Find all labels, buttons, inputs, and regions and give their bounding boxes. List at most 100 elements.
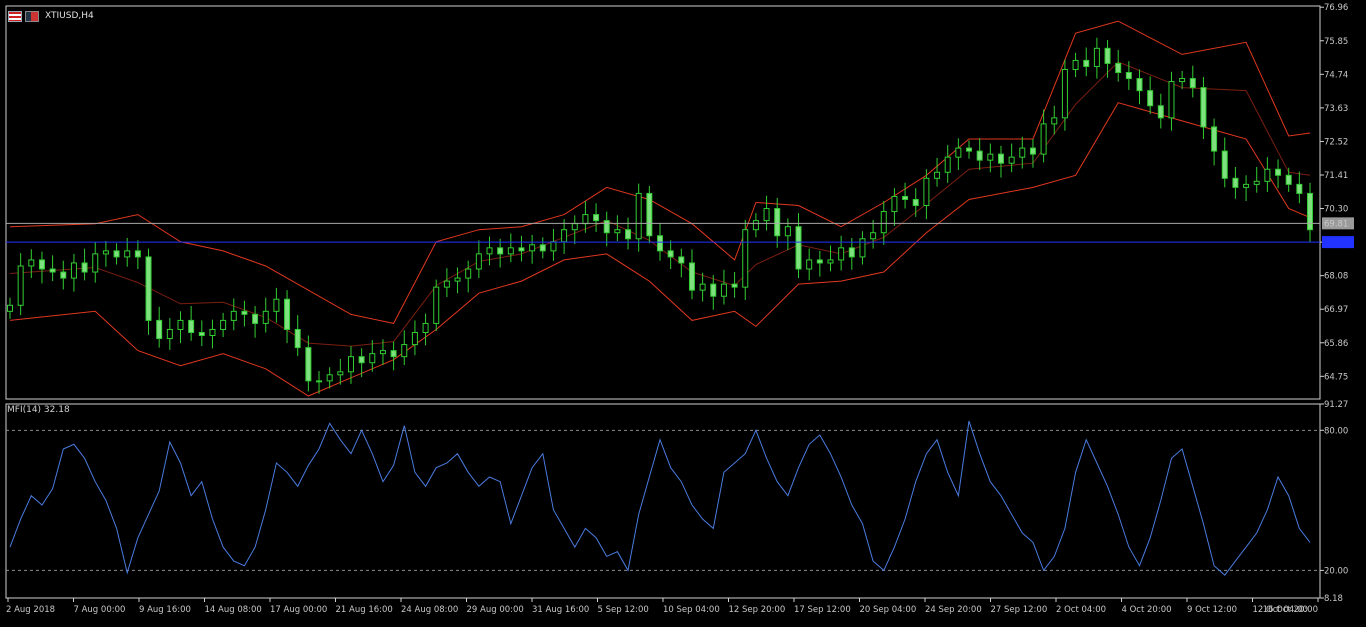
candle-body — [923, 177, 930, 207]
candle-body — [347, 356, 354, 373]
x-axis-tick-label: 24 Sep 20:00 — [925, 605, 982, 615]
x-axis-tick-label: 4 Oct 20:00 — [1122, 605, 1172, 615]
candle-body — [1051, 117, 1058, 125]
candle-body — [1275, 168, 1282, 176]
candle-body — [81, 262, 88, 273]
x-axis-tick-label: 31 Aug 16:00 — [532, 605, 589, 615]
candle-body — [411, 331, 418, 346]
candle-body — [1157, 105, 1164, 119]
candle-body — [337, 371, 344, 376]
candle-body — [806, 259, 813, 270]
candle-body — [646, 192, 653, 237]
candle-body — [369, 353, 376, 364]
x-axis-tick-label: 12 Sep 20:00 — [729, 605, 786, 615]
candle-body — [678, 256, 685, 264]
mfi-y-tick-label: 8.18 — [1324, 594, 1343, 604]
candle-body — [454, 277, 461, 282]
symbol-flag-icon — [25, 10, 39, 22]
candle-body — [976, 150, 983, 161]
candle-body — [124, 250, 131, 258]
x-axis-tick-label: 9 Aug 16:00 — [139, 605, 191, 615]
candle-body — [358, 356, 365, 364]
candle-body — [1125, 72, 1132, 80]
candle-body — [966, 147, 973, 152]
x-axis-tick-label: 2 Aug 2018 — [6, 605, 55, 615]
candle-body — [784, 226, 791, 237]
candle-body — [582, 214, 589, 225]
candle-body — [944, 156, 951, 173]
candle-body — [1083, 59, 1090, 67]
candle-body — [731, 283, 738, 288]
price-y-tick-label: 68.08 — [1324, 272, 1348, 282]
x-axis-tick-label: 9 Oct 12:00 — [1187, 605, 1237, 615]
candle-body — [294, 328, 301, 349]
candle-body — [486, 247, 493, 255]
candle-body — [667, 250, 674, 258]
candle-body — [859, 238, 866, 258]
price-pane-frame — [5, 5, 1321, 400]
candle-body — [230, 310, 237, 321]
ask-price-tag — [1322, 236, 1354, 249]
candle-body — [1147, 90, 1154, 107]
chart-window-icon — [8, 10, 22, 22]
candle-body — [550, 241, 557, 252]
candle-body — [902, 195, 909, 200]
candle-body — [870, 232, 877, 240]
candle-body — [390, 350, 397, 358]
candle-body — [1253, 180, 1260, 185]
candle-body — [156, 319, 163, 340]
candle-body — [571, 223, 578, 231]
candle-body — [1200, 87, 1207, 128]
x-axis-tick-label: 20 Sep 04:00 — [860, 605, 917, 615]
candle-body — [827, 259, 834, 264]
candle-body — [209, 328, 216, 337]
candle-body — [1029, 147, 1036, 155]
candle-body — [955, 147, 962, 158]
mfi-line — [9, 420, 1311, 576]
candle-body — [60, 271, 67, 279]
candle-body — [17, 265, 24, 306]
candle-body — [763, 208, 770, 222]
candle-body — [252, 313, 259, 324]
price-y-tick-label: 72.52 — [1324, 137, 1348, 147]
symbol-header: XTIUSD,H4 — [8, 9, 94, 23]
candle-body — [1232, 177, 1239, 188]
candle-body — [166, 328, 173, 340]
candle-body — [443, 280, 450, 288]
x-axis-tick-label: 29 Aug 00:00 — [467, 605, 524, 615]
mfi-y-tick-label: 20.00 — [1324, 566, 1348, 576]
candle-body — [880, 211, 887, 234]
x-axis-tick-label: 2 Oct 04:00 — [1056, 605, 1106, 615]
candle-body — [145, 256, 152, 321]
candle-body — [1040, 123, 1047, 155]
x-axis-tick-label: 17 Aug 00:00 — [270, 605, 327, 615]
price-y-tick-label: 73.63 — [1324, 104, 1348, 114]
candle-body — [710, 283, 717, 297]
candle-body — [422, 322, 429, 333]
chart-window[interactable]: 76.9675.8574.7473.6372.5271.4170.3069.19… — [0, 0, 1366, 623]
candle-body — [1307, 192, 1313, 231]
candle-body — [134, 250, 141, 258]
candle-body — [49, 268, 56, 273]
candle-body — [912, 198, 919, 207]
candle-body — [603, 220, 610, 234]
bollinger-middle-band — [9, 61, 1311, 347]
x-axis-tick-label: 7 Aug 00:00 — [74, 605, 126, 615]
bollinger-upper-band — [9, 20, 1311, 324]
candle-body — [1211, 126, 1218, 152]
candle-body — [539, 244, 546, 252]
candle-body — [816, 259, 823, 264]
candle-body — [1296, 183, 1303, 194]
mfi-y-tick-label: 91.27 — [1324, 400, 1348, 410]
candle-body — [1072, 59, 1079, 70]
candle-body — [934, 171, 941, 179]
x-axis-tick-label: 27 Sep 12:00 — [991, 605, 1048, 615]
mfi-y-tick-label: 80.00 — [1324, 426, 1348, 436]
price-y-tick-label: 76.96 — [1324, 3, 1348, 13]
chart-canvas[interactable]: 76.9675.8574.7473.6372.5271.4170.3069.19… — [0, 0, 1366, 623]
candle-body — [1019, 147, 1026, 158]
candle-body — [774, 208, 781, 237]
candle-body — [38, 259, 45, 270]
price-y-tick-label: 70.30 — [1324, 205, 1348, 215]
x-axis-tick-label: 21 Aug 16:00 — [336, 605, 393, 615]
